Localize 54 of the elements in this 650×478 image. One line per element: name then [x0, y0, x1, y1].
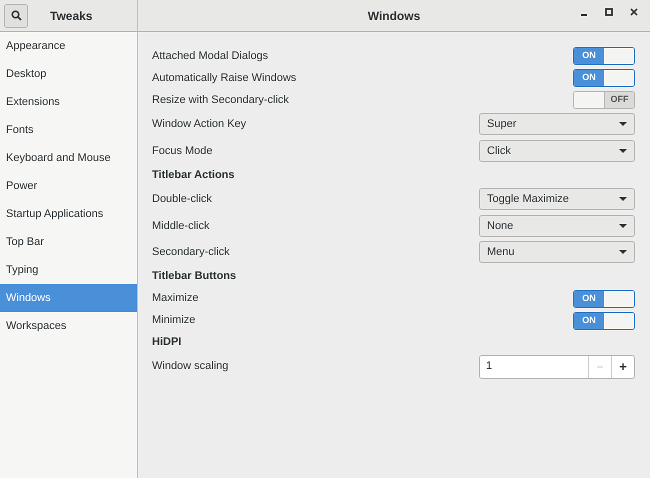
dropdown-value: Super: [487, 117, 516, 132]
switch-state: ON: [582, 71, 596, 84]
section-heading: Titlebar Actions: [152, 168, 235, 183]
dropdown-value: Toggle Maximize: [487, 192, 569, 207]
search-icon: [10, 10, 22, 21]
dropdown-arrow-icon: [619, 197, 627, 202]
sidebar-item[interactable]: Extensions: [0, 88, 137, 116]
maximize-icon[interactable]: [605, 8, 613, 16]
setting-label: Attached Modal Dialogs: [152, 48, 268, 64]
window-title: Windows: [368, 8, 420, 24]
setting-label: Window Action Key: [152, 117, 246, 132]
dropdown-arrow-icon: [619, 122, 627, 126]
switch-state: OFF: [610, 93, 628, 106]
dropdown[interactable]: Menu: [479, 241, 635, 264]
setting-label: Middle-click: [152, 218, 210, 234]
switch-state: ON: [582, 49, 596, 62]
search-button[interactable]: [4, 4, 28, 28]
dropdown-arrow-icon: [619, 250, 627, 254]
dropdown[interactable]: None: [479, 214, 635, 237]
dropdown[interactable]: Toggle Maximize: [479, 188, 635, 210]
switch-state: ON: [582, 314, 596, 327]
toggle-switch[interactable]: OFF: [573, 91, 635, 109]
setting-label: Window scaling: [152, 359, 228, 374]
sidebar-item[interactable]: Typing: [0, 256, 137, 284]
sidebar-item[interactable]: Startup Applications: [0, 200, 137, 228]
dropdown[interactable]: Super: [479, 113, 635, 136]
dropdown-value: Menu: [487, 245, 515, 260]
section-heading: Titlebar Buttons: [152, 269, 236, 284]
sidebar-item[interactable]: Fonts: [0, 116, 137, 144]
sidebar-item[interactable]: Top Bar: [0, 228, 137, 256]
sidebar-item[interactable]: Desktop: [0, 60, 137, 88]
dropdown-value: Click: [487, 144, 511, 158]
app-title: Tweaks: [50, 8, 92, 24]
setting-label: Automatically Raise Windows: [152, 70, 296, 86]
setting-label: Maximize: [152, 291, 198, 306]
setting-label: Minimize: [152, 313, 196, 328]
spin-field[interactable]: 1 − +: [479, 354, 635, 378]
switch-state: ON: [582, 292, 596, 305]
increment-button[interactable]: +: [611, 356, 634, 378]
sidebar-item[interactable]: Power: [0, 172, 137, 200]
dropdown-arrow-icon: [619, 148, 627, 153]
setting-label: Double-click: [152, 192, 212, 207]
dropdown[interactable]: Click: [479, 140, 635, 162]
setting-label: Secondary-click: [152, 245, 230, 260]
sidebar-item[interactable]: Workspaces: [0, 312, 137, 340]
close-icon[interactable]: [630, 8, 638, 16]
field-value: 1: [486, 359, 492, 374]
sidebar-item[interactable]: Appearance: [0, 32, 137, 60]
setting-label: Resize with Secondary-click: [152, 92, 289, 108]
dropdown-value: None: [487, 218, 514, 234]
sidebar-item[interactable]: Keyboard and Mouse: [0, 144, 137, 172]
section-heading: HiDPI: [152, 335, 182, 350]
dropdown-arrow-icon: [619, 224, 627, 228]
setting-label: Focus Mode: [152, 144, 213, 158]
